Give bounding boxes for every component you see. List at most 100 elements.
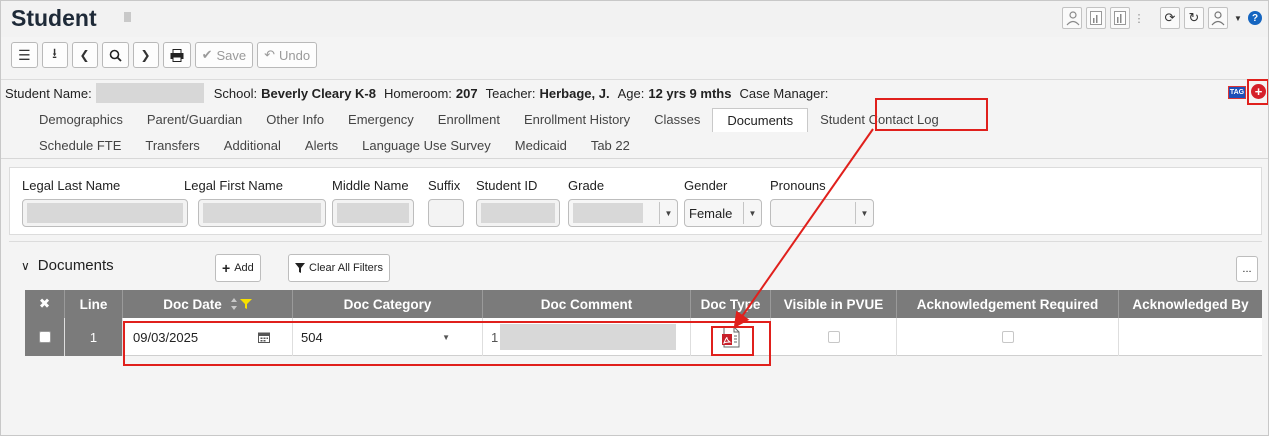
check-icon: ✔ (201, 47, 213, 62)
filter-icon[interactable] (239, 298, 252, 310)
medical-alert-icon[interactable]: + (1251, 84, 1266, 99)
student-info-bar: Student Name: School: Beverly Cleary K-8… (1, 79, 1268, 103)
grade-select[interactable]: ▼ (568, 199, 678, 227)
documents-tab-highlight (875, 98, 988, 131)
tab-22[interactable]: Tab 22 (579, 138, 642, 153)
tab-alerts[interactable]: Alerts (293, 138, 350, 153)
bookmark-flag-icon[interactable] (124, 12, 131, 22)
legal-last-name-field[interactable] (22, 199, 188, 227)
column-header-acknowledged-by[interactable]: Acknowledged By (1119, 290, 1262, 318)
refresh-icon[interactable]: ⟳ (1160, 7, 1180, 29)
record-toolbar: ☰ ⭳ ❮ ❯ ✔ Save ↶ Undo (11, 42, 318, 68)
pronouns-select[interactable]: ▼ (770, 199, 874, 227)
save-label: Save (216, 47, 247, 63)
column-header-visible-in-pvue[interactable]: Visible in PVUE (771, 290, 897, 318)
add-label: Add (234, 262, 254, 274)
print-icon[interactable] (162, 42, 191, 68)
column-header-line[interactable]: Line (65, 290, 123, 318)
column-header-doc-type[interactable]: Doc Type (691, 290, 771, 318)
undo-icon: ↶ (264, 47, 276, 62)
tab-additional[interactable]: Additional (212, 138, 293, 153)
middle-name-field[interactable] (332, 199, 414, 227)
chevron-down-icon[interactable]: ∨ (21, 259, 30, 273)
add-document-button[interactable]: + Add (215, 254, 261, 282)
tab-language-use-survey[interactable]: Language Use Survey (350, 138, 503, 153)
doc-date-header-label: Doc Date (163, 296, 222, 312)
tab-classes[interactable]: Classes (642, 112, 712, 132)
external-refresh-icon[interactable]: ↻ (1184, 7, 1204, 29)
favorites-user-icon[interactable] (1062, 7, 1082, 29)
column-header-doc-category[interactable]: Doc Category (293, 290, 483, 318)
save-button[interactable]: ✔ Save (194, 42, 254, 68)
previous-record-button[interactable]: ❮ (71, 42, 98, 68)
next-record-button[interactable]: ❯ (132, 42, 159, 68)
documents-section-title: Documents (37, 257, 114, 274)
acknowledgement-required-checkbox[interactable] (1001, 331, 1014, 343)
tag-badge[interactable]: TAG (1228, 86, 1246, 99)
tab-demographics[interactable]: Demographics (27, 112, 135, 132)
tab-strip: Demographics Parent/Guardian Other Info … (1, 105, 1268, 159)
student-page: Student ⋮ ⟳ ↻ ▼ ? ☰ ⭳ ❮ ❯ ✔ Save ↶ Undo … (0, 0, 1269, 436)
tab-transfers[interactable]: Transfers (133, 138, 211, 153)
student-id-field[interactable] (476, 199, 560, 227)
student-name-label: Student Name: (5, 85, 92, 101)
gender-select[interactable]: Female ▼ (684, 199, 762, 227)
acknowledgement-required-cell (897, 318, 1119, 356)
tab-emergency[interactable]: Emergency (336, 112, 426, 132)
student-id-label: Student ID (476, 178, 538, 193)
report-list-icon[interactable] (1110, 7, 1130, 29)
student-name-value (95, 83, 204, 103)
chevron-down-icon: ▼ (743, 202, 761, 224)
tab-enrollment[interactable]: Enrollment (426, 112, 512, 132)
pronouns-label: Pronouns (770, 178, 826, 193)
help-icon[interactable]: ? (1248, 11, 1262, 25)
line-cell: 1 (65, 318, 123, 356)
gender-value: Female (689, 205, 733, 221)
tab-row-1: Demographics Parent/Guardian Other Info … (27, 108, 951, 132)
grid-header: ✖ Line Doc Date Doc Category Doc Comment… (25, 290, 1262, 318)
clear-filters-label: Clear All Filters (309, 262, 383, 274)
dropdown-caret-icon[interactable]: ▼ (1232, 7, 1244, 29)
homeroom-label: Homeroom: (384, 85, 452, 101)
legal-first-name-field[interactable] (198, 199, 326, 227)
legal-last-name-label: Legal Last Name (22, 178, 121, 193)
tab-schedule-fte[interactable]: Schedule FTE (27, 138, 133, 153)
tab-parent-guardian[interactable]: Parent/Guardian (135, 112, 254, 132)
export-icon[interactable]: ⭳ (41, 42, 68, 68)
homeroom-value: 207 (455, 85, 478, 101)
tab-medicaid[interactable]: Medicaid (503, 138, 579, 153)
school-label: School: (213, 85, 258, 101)
more-vertical-icon[interactable]: ⋮ (1134, 7, 1145, 29)
documents-header[interactable]: ∨ Documents (21, 257, 114, 274)
row-select-checkbox[interactable] (38, 331, 51, 343)
undo-button[interactable]: ↶ Undo (257, 42, 318, 68)
teacher-label: Teacher: (485, 85, 536, 101)
tab-other-info[interactable]: Other Info (254, 112, 336, 132)
page-title: Student (11, 5, 97, 31)
menu-icon[interactable]: ☰ (11, 42, 38, 68)
search-icon[interactable] (101, 42, 129, 68)
document-row-highlight (123, 321, 771, 366)
grade-label: Grade (568, 178, 605, 193)
undo-label: Undo (279, 47, 311, 63)
clear-all-filters-button[interactable]: Clear All Filters (288, 254, 390, 282)
column-header-acknowledgement-required[interactable]: Acknowledgement Required (897, 290, 1119, 318)
gender-label: Gender (684, 178, 728, 193)
sort-icon[interactable] (230, 297, 238, 311)
filter-icon (295, 263, 305, 273)
tab-documents[interactable]: Documents (712, 108, 809, 132)
legal-first-name-label: Legal First Name (184, 178, 283, 193)
visible-in-pvue-checkbox[interactable] (827, 331, 840, 343)
age-label: Age: (617, 85, 645, 101)
column-header-doc-date[interactable]: Doc Date (123, 290, 293, 318)
more-options-button[interactable]: ... (1236, 256, 1258, 282)
report-icon[interactable] (1086, 7, 1106, 29)
visible-in-pvue-cell (771, 318, 897, 356)
column-header-doc-comment[interactable]: Doc Comment (483, 290, 691, 318)
column-header-select[interactable]: ✖ (25, 290, 65, 318)
suffix-field[interactable] (428, 199, 464, 227)
tab-enrollment-history[interactable]: Enrollment History (512, 112, 642, 132)
user-icon[interactable] (1208, 7, 1228, 29)
plus-icon: + (222, 260, 231, 276)
student-fields: Legal Last Name Legal First Name Middle … (9, 167, 1262, 235)
